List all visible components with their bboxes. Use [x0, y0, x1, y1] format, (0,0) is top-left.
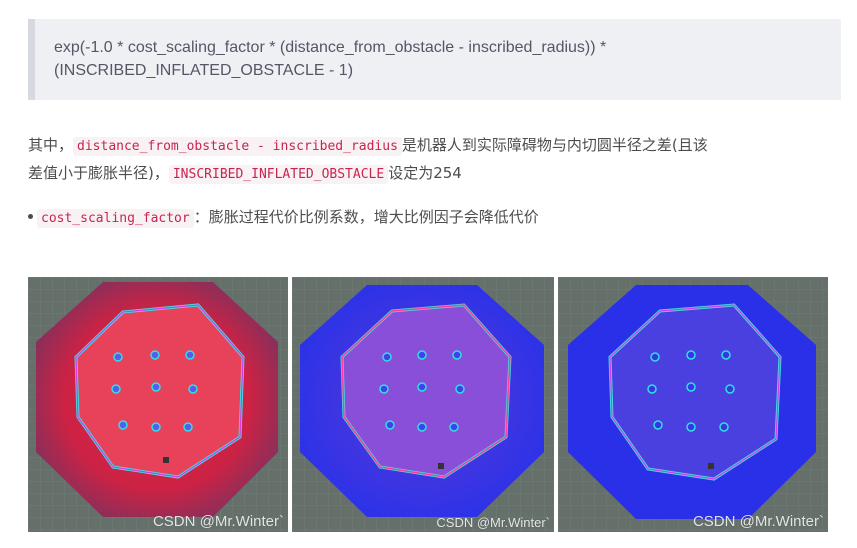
formula-line-1: exp(-1.0 * cost_scaling_factor * (distan… [54, 39, 607, 56]
formula-line-2: (INSCRIBED_INFLATED_OBSTACLE - 1) [54, 62, 354, 79]
bullet-text: ：膨胀过程代价比例系数，增大比例因子会降低代价 [193, 208, 539, 226]
costmap-image-row: CSDN @Mr.Winter` CSDN @Mr.Winter` CSDN @… [28, 277, 828, 532]
watermark-text: CSDN @Mr.Winter` [152, 513, 284, 530]
watermark-text: CSDN @Mr.Winter` [436, 515, 550, 530]
paragraph-suffix: 设定为254 [388, 164, 462, 182]
paragraph-mid-1: 是机器人到实际障碍物与内切圆半径之差(且该 [401, 136, 708, 154]
costmap-image-red: CSDN @Mr.Winter` [28, 277, 288, 532]
watermark-text: CSDN @Mr.Winter` [692, 513, 824, 530]
formula-blockquote: exp(-1.0 * cost_scaling_factor * (distan… [28, 19, 841, 100]
bullet-dot-icon [28, 213, 33, 219]
list-item-cost-scaling-factor: cost_scaling_factor ：膨胀过程代价比例系数，增大比例因子会降低… [28, 203, 838, 233]
paragraph-mid-2: 差值小于膨胀半径)， [28, 164, 169, 182]
costmap-image-blue: CSDN @Mr.Winter` [558, 277, 828, 532]
inline-code-distance: distance_from_obstacle - inscribed_radiu… [73, 137, 402, 156]
inline-code-cost-scaling: cost_scaling_factor [37, 209, 194, 228]
explanation-paragraph: 其中， distance_from_obstacle - inscribed_ra… [28, 131, 838, 187]
costmap-image-mixed: CSDN @Mr.Winter` [292, 277, 554, 532]
paragraph-prefix: 其中， [28, 136, 74, 154]
inline-code-inscribed-obstacle: INSCRIBED_INFLATED_OBSTACLE [168, 165, 389, 184]
